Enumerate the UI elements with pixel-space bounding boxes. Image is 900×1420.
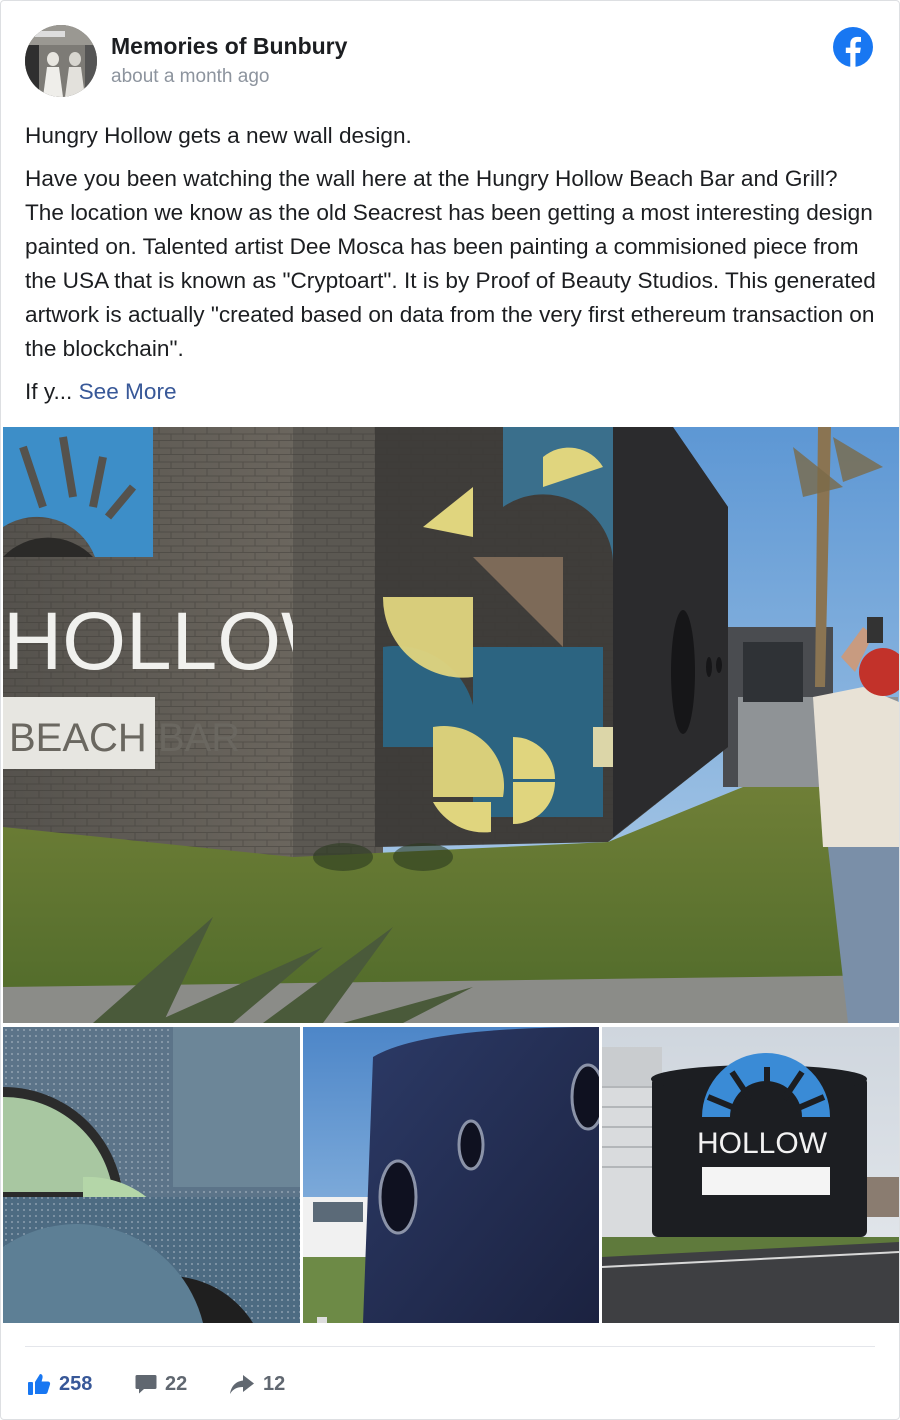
page-name-link[interactable]: Memories of Bunbury [111, 33, 347, 60]
facebook-logo-icon[interactable] [833, 27, 873, 67]
share-button[interactable]: 12 [229, 1366, 285, 1402]
post-paragraph: Have you been watching the wall here at … [25, 166, 876, 361]
facebook-post-card: Memories of Bunbury about a month ago Hu… [0, 0, 900, 1420]
post-timestamp[interactable]: about a month ago [111, 66, 269, 88]
comment-button[interactable]: 22 [135, 1366, 187, 1402]
avatar-photo [25, 25, 97, 97]
main-sign-subtext: BEACH BAR [9, 716, 240, 760]
truncated-text: If y... [25, 379, 73, 404]
portholes-wall-photo[interactable] [303, 1027, 599, 1323]
page-avatar[interactable] [25, 25, 97, 97]
share-count: 12 [263, 1372, 286, 1395]
comment-bubble-icon [135, 1375, 157, 1394]
footer-divider [25, 1346, 875, 1347]
like-button[interactable]: 258 [27, 1366, 92, 1402]
hollow-sign-photo[interactable]: HOLLOW [602, 1027, 899, 1323]
comment-count: 22 [165, 1372, 188, 1395]
mural-main-photo[interactable]: HOLLOW BEACH BAR [3, 427, 899, 1023]
post-text: Hungry Hollow gets a new wall design. Ha… [25, 119, 877, 418]
mural-closeup-photo[interactable] [3, 1027, 300, 1323]
like-count: 258 [59, 1372, 93, 1395]
post-truncated-line: If y... See More [25, 375, 877, 409]
see-more-link[interactable]: See More [79, 379, 177, 404]
post-header: Memories of Bunbury about a month ago [25, 25, 875, 99]
share-arrow-icon [230, 1375, 254, 1394]
thumbs-up-icon [28, 1374, 51, 1395]
post-paragraph: Hungry Hollow gets a new wall design. [25, 123, 412, 148]
third-sign-text: HOLLOW [697, 1127, 828, 1160]
